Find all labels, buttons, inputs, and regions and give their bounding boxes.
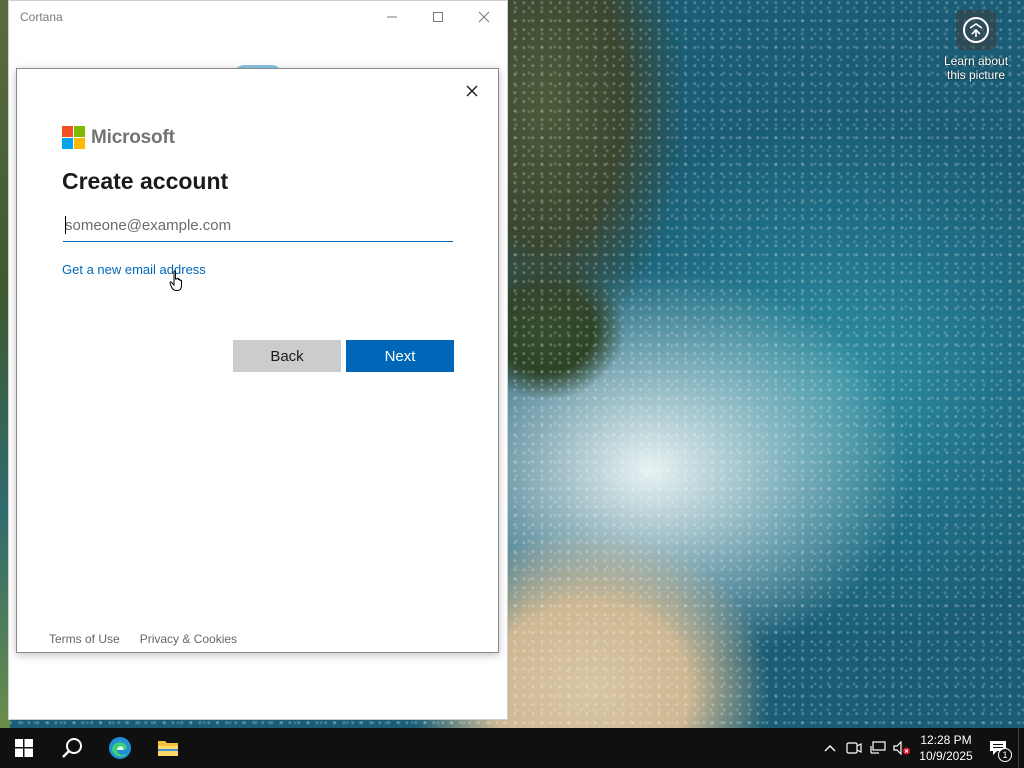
action-center-button[interactable]: 1 <box>978 728 1018 768</box>
learn-about-picture[interactable]: Learn about this picture <box>940 10 1012 82</box>
start-icon <box>15 739 33 757</box>
network-button[interactable] <box>866 728 890 768</box>
taskbar: 12:28 PM 10/9/2025 1 <box>0 728 1024 768</box>
create-account-dialog: Microsoft Create account Get a new email… <box>16 68 499 653</box>
page-title: Create account <box>62 168 229 194</box>
minimize-button[interactable] <box>369 1 415 33</box>
search-icon <box>62 738 82 758</box>
show-hidden-icons-button[interactable] <box>818 728 842 768</box>
network-icon <box>870 741 886 754</box>
text-caret <box>65 216 66 234</box>
footer-links: Terms of Use Privacy & Cookies <box>49 632 237 646</box>
email-field[interactable] <box>63 210 453 242</box>
volume-button[interactable] <box>890 728 914 768</box>
search-button[interactable] <box>48 728 96 768</box>
clock-time: 12:28 PM <box>920 733 972 747</box>
meet-now-icon <box>846 742 862 754</box>
microsoft-brand: Microsoft <box>62 126 175 149</box>
chevron-up-icon <box>824 745 836 752</box>
window-title: Cortana <box>20 10 63 24</box>
cortana-titlebar[interactable]: Cortana <box>9 1 507 33</box>
show-desktop-button[interactable] <box>1018 728 1024 768</box>
edge-button[interactable] <box>96 728 144 768</box>
terms-of-use-link[interactable]: Terms of Use <box>49 632 120 646</box>
maximize-button[interactable] <box>415 1 461 33</box>
file-explorer-icon <box>158 741 178 756</box>
microsoft-logo-icon <box>62 126 85 149</box>
volume-muted-icon <box>893 741 910 755</box>
privacy-cookies-link[interactable]: Privacy & Cookies <box>140 632 237 646</box>
maximize-icon <box>433 12 443 22</box>
notification-count-badge: 1 <box>998 748 1012 762</box>
hand-cursor-icon <box>169 270 182 291</box>
close-icon <box>478 11 490 23</box>
close-window-button[interactable] <box>461 1 507 33</box>
file-explorer-button[interactable] <box>144 728 192 768</box>
meet-now-button[interactable] <box>842 728 866 768</box>
back-button[interactable]: Back <box>233 340 341 372</box>
close-icon <box>466 85 478 97</box>
window-controls <box>369 1 507 33</box>
clock-date: 10/9/2025 <box>919 749 973 763</box>
camera-icon <box>956 10 996 50</box>
edge-icon <box>109 737 131 759</box>
minimize-icon <box>387 16 397 18</box>
next-button[interactable]: Next <box>346 340 454 372</box>
learn-about-label: Learn about this picture <box>943 54 1009 82</box>
dialog-close-button[interactable] <box>458 77 486 105</box>
brand-name: Microsoft <box>91 126 175 148</box>
clock[interactable]: 12:28 PM 10/9/2025 <box>914 732 978 764</box>
start-button[interactable] <box>0 728 48 768</box>
system-tray: 12:28 PM 10/9/2025 1 <box>818 728 1024 768</box>
